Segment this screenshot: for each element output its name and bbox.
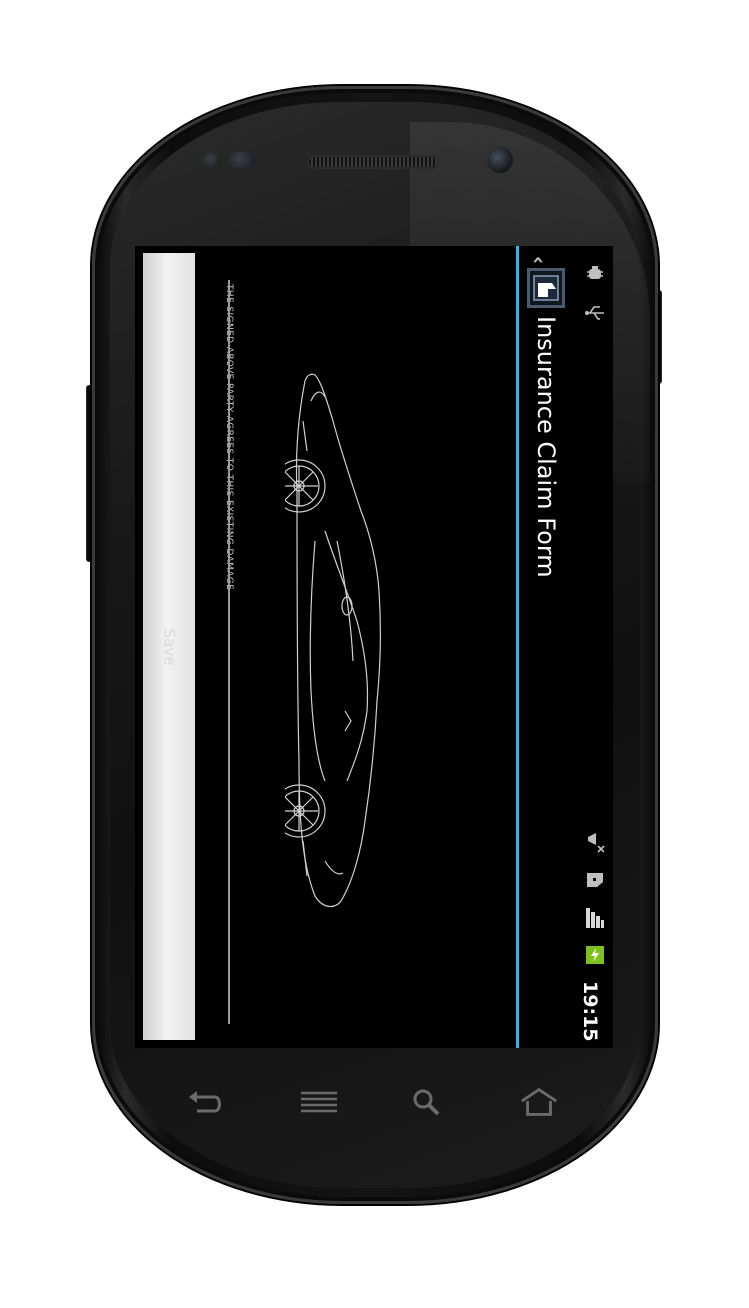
front-camera (487, 147, 513, 173)
silent-mode-icon (583, 829, 607, 853)
app-icon[interactable] (527, 268, 565, 308)
save-button[interactable]: Save (143, 253, 195, 1040)
agreement-text: THE SIGNED ABOVE PARTY AGREES TO THIS EX… (216, 284, 234, 654)
save-button-label: Save (159, 628, 178, 665)
signal-icon (583, 906, 607, 930)
app-logo-icon (533, 275, 559, 301)
battery-charging-icon (583, 943, 607, 967)
device-screen: Save THE SIGNED ABOVE PARTY AGREES TO TH… (135, 246, 613, 1048)
menu-icon (301, 1091, 337, 1113)
page-title: Insurance Claim Form (532, 316, 560, 578)
earpiece-speaker (307, 155, 439, 169)
usb-icon (583, 301, 607, 325)
search-icon (413, 1089, 440, 1116)
proximity-sensor (203, 152, 221, 168)
status-clock: 19:15 (579, 981, 601, 1042)
save-button-label-wrap: Save (143, 253, 195, 1040)
menu-key[interactable] (298, 1085, 340, 1119)
up-navigation-icon[interactable]: ‹ (527, 256, 551, 264)
search-key[interactable] (405, 1085, 447, 1119)
light-sensor (228, 152, 256, 168)
home-icon (521, 1087, 557, 1116)
car-diagram[interactable] (285, 361, 395, 921)
home-key[interactable] (518, 1085, 560, 1119)
back-icon (189, 1091, 221, 1113)
signature-line (228, 280, 230, 1024)
android-debug-icon (583, 262, 607, 286)
back-key[interactable] (184, 1085, 226, 1119)
notification-icon (583, 868, 607, 892)
